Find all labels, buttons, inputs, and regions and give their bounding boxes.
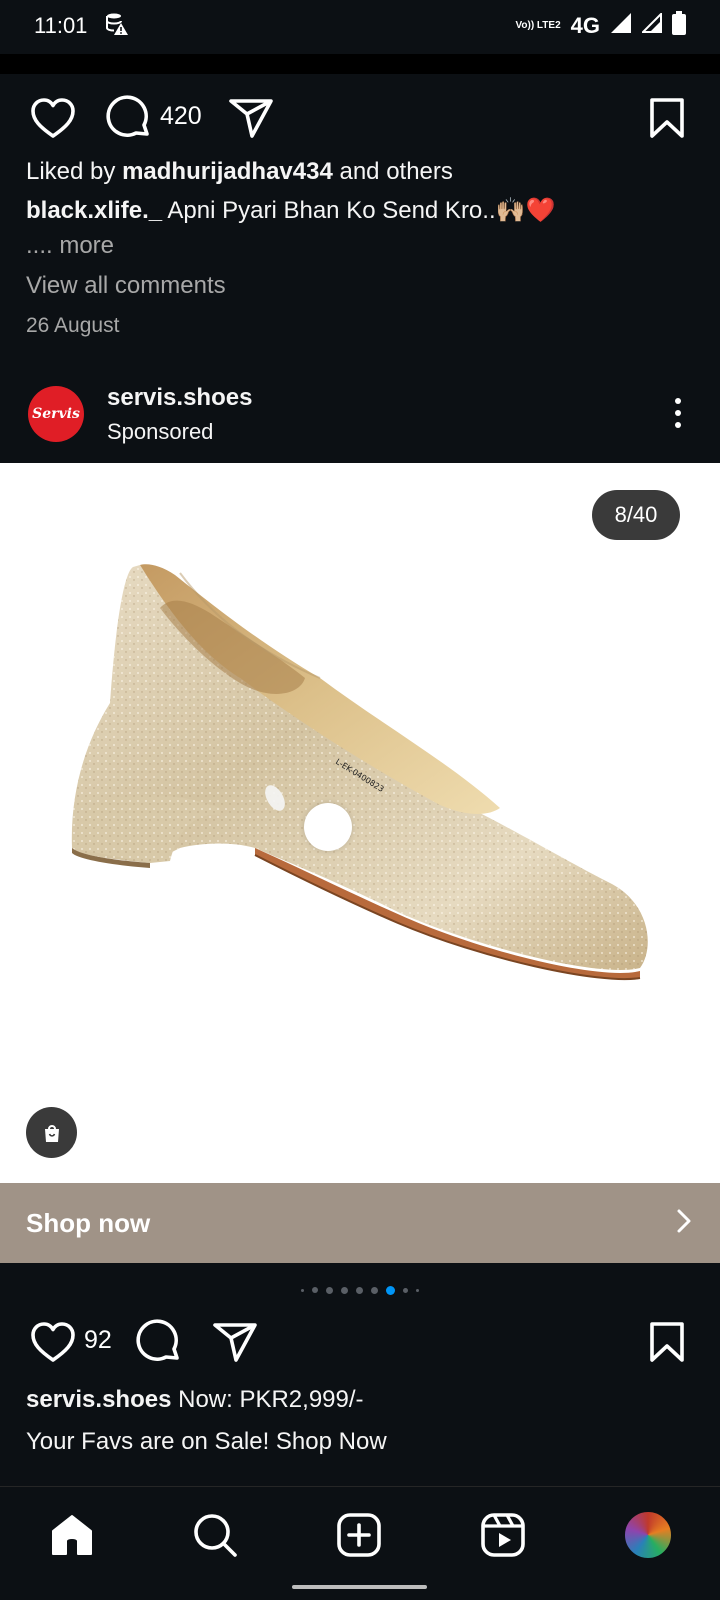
servis-logo-text: Servis bbox=[32, 406, 80, 422]
shopping-bag-icon[interactable] bbox=[26, 1107, 77, 1158]
previous-post-media-edge bbox=[0, 54, 720, 74]
comment-count[interactable]: 420 bbox=[160, 102, 202, 131]
profile-picture bbox=[623, 1510, 673, 1560]
sponsored-post-header: Servis servis.shoes Sponsored bbox=[0, 372, 720, 452]
search-icon[interactable] bbox=[185, 1505, 245, 1565]
bottom-navigation-bar bbox=[0, 1486, 720, 1600]
caption-text: Now: PKR2,999/- bbox=[171, 1386, 364, 1413]
storage-warning-icon bbox=[105, 12, 129, 41]
carousel-dot bbox=[341, 1286, 348, 1294]
carousel-dots bbox=[0, 1284, 720, 1296]
comment-icon[interactable] bbox=[104, 94, 154, 142]
carousel-dot bbox=[301, 1288, 304, 1292]
sponsored-label: Sponsored bbox=[107, 419, 214, 444]
bookmark-icon[interactable] bbox=[644, 94, 690, 142]
volte-indicator: Vo)) LTE2 bbox=[515, 20, 561, 31]
share-send-icon[interactable] bbox=[226, 94, 276, 142]
caption-username[interactable]: black.xlife._ bbox=[26, 197, 162, 224]
signal-icon bbox=[610, 12, 632, 40]
gold-glitter-shoe-image: L-EK-0400823 bbox=[71, 564, 648, 981]
carousel-dot-active bbox=[386, 1285, 395, 1295]
sponsored-post-action-bar: 92 bbox=[0, 1316, 720, 1368]
like-heart-icon[interactable] bbox=[28, 94, 78, 142]
carousel-dot bbox=[371, 1286, 378, 1294]
account-name[interactable]: servis.shoes bbox=[107, 384, 252, 412]
network-type: 4G bbox=[570, 13, 600, 38]
carousel-dot bbox=[416, 1288, 419, 1292]
carousel-counter-badge: 8/40 bbox=[592, 490, 680, 540]
gesture-home-indicator[interactable] bbox=[292, 1585, 427, 1589]
status-bar: 11:01 Vo)) LTE2 4G bbox=[0, 0, 720, 52]
like-heart-icon[interactable] bbox=[28, 1318, 78, 1366]
sponsored-caption: servis.shoes Now: PKR2,999/- bbox=[26, 1386, 364, 1414]
post-media-image[interactable]: L-EK-0400823 8/40 bbox=[0, 463, 720, 1183]
profile-avatar[interactable] bbox=[618, 1505, 678, 1565]
reels-icon[interactable] bbox=[473, 1505, 533, 1565]
shop-now-label: Shop now bbox=[26, 1207, 151, 1238]
shop-now-button[interactable]: Shop now bbox=[0, 1183, 720, 1263]
home-icon[interactable] bbox=[42, 1505, 102, 1565]
liked-by-suffix: and others bbox=[332, 158, 453, 185]
comment-icon[interactable] bbox=[134, 1318, 184, 1366]
more-link[interactable]: .... more bbox=[26, 232, 114, 260]
image-tap-indicator bbox=[304, 803, 352, 851]
caption-text: Apni Pyari Bhan Ko Send Kro..🙌🏼❤️ bbox=[162, 197, 556, 224]
liked-by-prefix: Liked by bbox=[26, 158, 123, 185]
post-action-bar: 420 bbox=[0, 92, 720, 144]
liked-by-line[interactable]: Liked by madhurijadhav434 and others bbox=[26, 158, 453, 186]
sponsored-caption-line2: Your Favs are on Sale! Shop Now bbox=[26, 1428, 387, 1455]
status-time: 11:01 bbox=[34, 13, 88, 38]
caption-username[interactable]: servis.shoes bbox=[26, 1386, 171, 1413]
battery-icon bbox=[672, 11, 686, 41]
carousel-dot bbox=[312, 1287, 318, 1293]
bookmark-icon[interactable] bbox=[644, 1318, 690, 1366]
carousel-dot bbox=[356, 1286, 363, 1294]
account-avatar[interactable]: Servis bbox=[28, 386, 84, 442]
carousel-dot bbox=[403, 1287, 408, 1293]
liked-by-user[interactable]: madhurijadhav434 bbox=[122, 158, 333, 185]
view-all-comments-link[interactable]: View all comments bbox=[26, 272, 226, 300]
like-count[interactable]: 92 bbox=[84, 1326, 112, 1355]
create-post-icon[interactable] bbox=[329, 1505, 389, 1565]
chevron-right-icon bbox=[674, 1208, 694, 1239]
post-caption: black.xlife._ Apni Pyari Bhan Ko Send Kr… bbox=[26, 196, 555, 225]
share-send-icon[interactable] bbox=[210, 1318, 260, 1366]
signal-icon-2 bbox=[640, 11, 662, 39]
more-options-icon[interactable] bbox=[664, 396, 692, 432]
carousel-dot bbox=[326, 1286, 333, 1294]
post-date: 26 August bbox=[26, 314, 120, 337]
